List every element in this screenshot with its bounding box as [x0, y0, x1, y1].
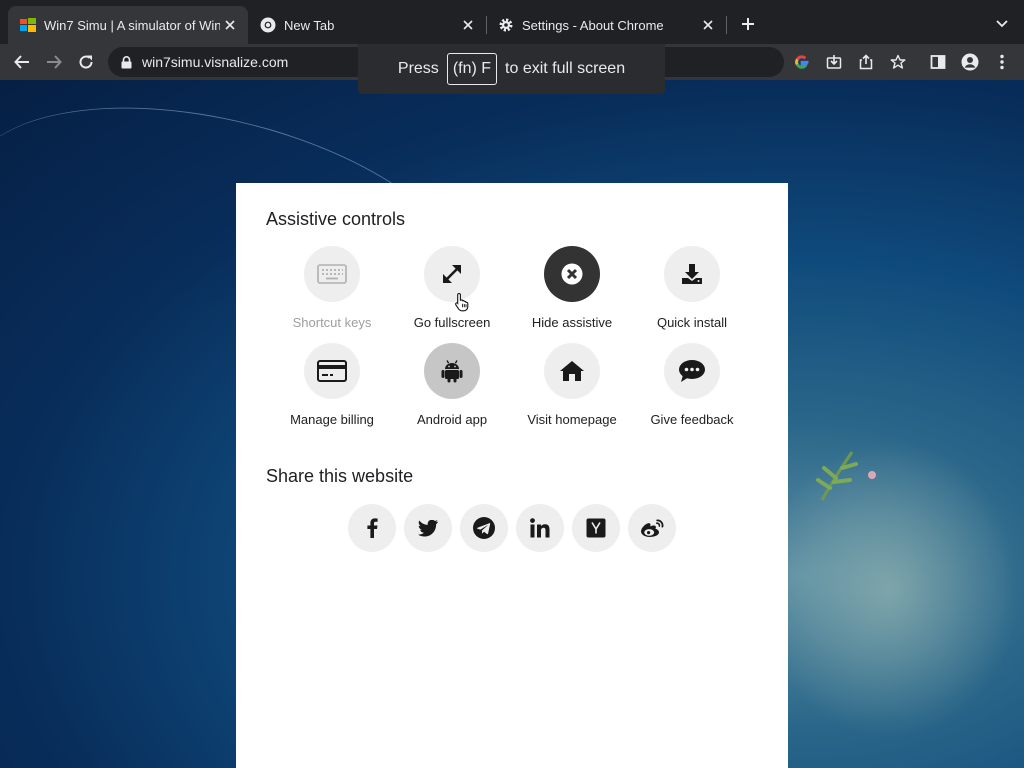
hide-assistive-label: Hide assistive	[531, 315, 613, 330]
hand-cursor-icon	[455, 292, 469, 312]
manage-billing-label: Manage billing	[290, 412, 374, 427]
visit-homepage-label: Visit homepage	[527, 412, 617, 427]
manage-billing-button[interactable]: Manage billing	[272, 343, 392, 427]
reload-button[interactable]	[72, 48, 100, 76]
download-icon	[682, 264, 702, 284]
install-icon	[826, 55, 842, 69]
lock-icon[interactable]	[118, 54, 134, 70]
quick-install-circle	[664, 246, 720, 302]
profile-icon	[961, 53, 979, 71]
tab-title: Win7 Simu | A simulator of Win	[44, 17, 220, 33]
close-tab-icon[interactable]	[698, 15, 718, 35]
url-text: win7simu.visnalize.com	[142, 54, 289, 70]
share-facebook-button[interactable]	[348, 504, 396, 552]
back-button[interactable]	[8, 48, 36, 76]
manage-billing-circle	[304, 343, 360, 399]
hide-assistive-button[interactable]: Hide assistive	[512, 246, 632, 330]
chrome-menu-button[interactable]	[988, 48, 1016, 76]
visit-homepage-button[interactable]: Visit homepage	[512, 343, 632, 427]
new-tab-button[interactable]	[736, 12, 760, 36]
telegram-icon	[473, 517, 495, 539]
home-icon	[560, 361, 584, 381]
chevron-down-icon	[996, 20, 1008, 28]
reload-icon	[79, 55, 93, 69]
wallpaper-plant	[816, 451, 876, 501]
assistive-panel: Assistive controls Shortcut keys Go full…	[236, 183, 788, 768]
google-lens-button[interactable]	[788, 48, 816, 76]
expand-icon	[443, 265, 461, 283]
close-tab-icon[interactable]	[458, 15, 478, 35]
star-icon	[890, 54, 906, 69]
tab-separator	[726, 16, 727, 34]
go-fullscreen-button[interactable]: Go fullscreen	[392, 246, 512, 330]
tab-win7simu[interactable]: Win7 Simu | A simulator of Win	[8, 6, 248, 44]
kebab-menu-icon	[1000, 54, 1004, 70]
google-icon	[795, 55, 809, 69]
tab-title: New Tab	[284, 17, 335, 33]
install-app-button[interactable]	[820, 48, 848, 76]
toast-prefix: Press	[397, 60, 439, 77]
share-linkedin-button[interactable]	[516, 504, 564, 552]
go-fullscreen-circle	[424, 246, 480, 302]
toast-suffix: to exit full screen	[505, 60, 626, 77]
arrow-left-icon	[14, 55, 29, 69]
chrome-icon	[260, 17, 276, 33]
linkedin-icon	[530, 518, 550, 538]
quick-install-label: Quick install	[656, 315, 728, 330]
share-telegram-button[interactable]	[460, 504, 508, 552]
windows-favicon	[20, 17, 36, 33]
close-tab-icon[interactable]	[220, 15, 240, 35]
tab-search-button[interactable]	[990, 12, 1014, 36]
keyboard-icon	[317, 264, 347, 284]
give-feedback-button[interactable]: Give feedback	[632, 343, 752, 427]
credit-card-icon	[317, 360, 347, 382]
share-weibo-button[interactable]	[628, 504, 676, 552]
android-icon	[441, 360, 463, 383]
give-feedback-circle	[664, 343, 720, 399]
facebook-icon	[367, 518, 378, 538]
give-feedback-label: Give feedback	[650, 412, 734, 427]
share-button[interactable]	[852, 48, 880, 76]
share-twitter-button[interactable]	[404, 504, 452, 552]
share-website-heading: Share this website	[266, 466, 414, 486]
gear-icon	[498, 17, 514, 33]
fullscreen-toast: Press (fn) F to exit full screen	[358, 44, 665, 94]
quick-install-button[interactable]: Quick install	[632, 246, 752, 330]
profile-button[interactable]	[956, 48, 984, 76]
shortcut-keys-label: Shortcut keys	[292, 315, 372, 330]
go-fullscreen-label: Go fullscreen	[413, 315, 491, 330]
close-circle-icon	[561, 263, 583, 285]
android-app-label: Android app	[416, 412, 488, 427]
share-hacker-news-button[interactable]	[572, 504, 620, 552]
forward-button[interactable]	[40, 48, 68, 76]
visit-homepage-circle	[544, 343, 600, 399]
share-icon	[859, 54, 873, 70]
shortcut-keys-circle	[304, 246, 360, 302]
tab-strip: Win7 Simu | A simulator of Win New Tab S…	[0, 0, 1024, 44]
tab-settings[interactable]: Settings - About Chrome	[486, 6, 726, 44]
android-app-button[interactable]: Android app	[392, 343, 512, 427]
twitter-icon	[418, 519, 438, 537]
share-buttons	[348, 504, 684, 552]
arrow-right-icon	[47, 55, 62, 69]
side-panel-icon	[930, 55, 946, 69]
side-panel-button[interactable]	[924, 48, 952, 76]
tab-title: Settings - About Chrome	[522, 17, 664, 33]
hacker-news-icon	[586, 518, 606, 538]
hide-assistive-circle	[544, 246, 600, 302]
android-app-circle	[424, 343, 480, 399]
shortcut-keys-button[interactable]: Shortcut keys	[272, 246, 392, 330]
tab-new-tab[interactable]: New Tab	[248, 6, 486, 44]
weibo-icon	[641, 519, 664, 537]
toast-key: (fn) F	[446, 53, 498, 85]
chat-bubble-icon	[679, 360, 705, 382]
plus-icon	[742, 18, 754, 30]
assistive-controls-heading: Assistive controls	[266, 209, 406, 229]
bookmark-button[interactable]	[884, 48, 912, 76]
